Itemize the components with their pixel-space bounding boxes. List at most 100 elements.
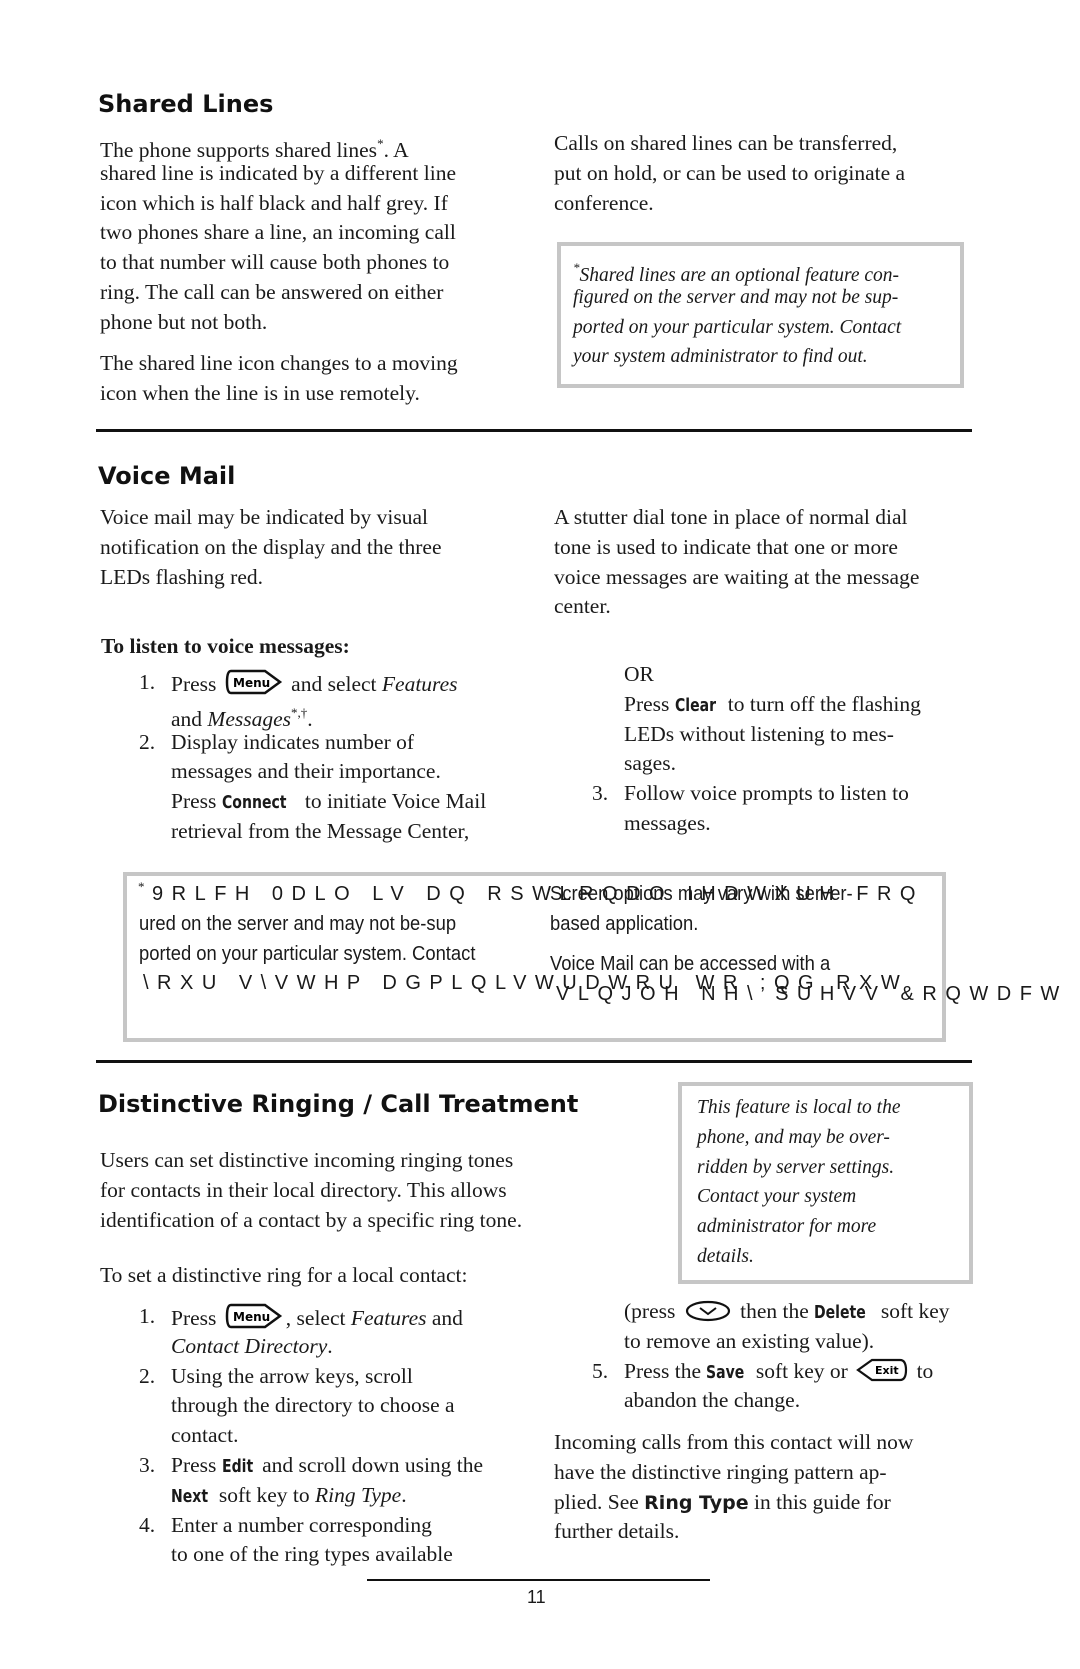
text-line: and Messages*,†.	[171, 698, 486, 731]
text-line: Press Connect to initiate Voice Mail	[171, 787, 486, 817]
text-line: 3. Follow voice prompts to listen to	[592, 779, 921, 809]
shared-lines-paragraph-3: Calls on shared lines can be transferred…	[554, 129, 905, 218]
text-segment: phone, and may be over-	[697, 1126, 890, 1148]
text-line: your system administrator to find out.	[573, 342, 901, 372]
voice-mail-steps-right: OR Press Clear to turn off the flashing LE…	[592, 660, 921, 839]
text-line: Users can set distinctive incoming ringi…	[100, 1146, 522, 1176]
text-segment: Press	[171, 1306, 222, 1330]
text-segment: in this guide for	[748, 1489, 891, 1514]
text-line: tone is used to indicate that one or mor…	[554, 533, 919, 563]
footnote-line: ported on your particular system. Contac…	[139, 943, 476, 965]
soft-key-label: Next	[171, 1485, 209, 1507]
footnote-line: ured on the server and may not be-sup	[139, 913, 457, 935]
text-segment: for contacts in their local directory. T…	[100, 1177, 507, 1202]
text-segment: phone but not both.	[100, 309, 268, 334]
text-segment: Users can set distinctive incoming ringi…	[100, 1148, 514, 1172]
text-line: 1. Press Menu , select Features and	[139, 1302, 483, 1332]
text-segment: Using the arrow keys, scroll	[171, 1363, 413, 1388]
voice-mail-steps-left: 1. Press Menu and select Features and Mess…	[139, 668, 486, 847]
text-segment: Follow voice prompts to listen to	[624, 781, 909, 806]
text-line: Contact your system	[697, 1182, 900, 1212]
footnote-garbled-line: VLQJOH NH\ SUHVV &RQWDFW \	[556, 983, 1080, 1005]
list-number: 1.	[139, 1304, 156, 1328]
text-line: conference.	[554, 189, 905, 219]
text-segment: , select	[285, 1306, 351, 1330]
text-line: Voice mail may be indicated by visual	[100, 503, 442, 533]
text-segment: Features	[350, 1306, 427, 1330]
distinctive-steps-left: 1. Press Menu, select Features and Contact…	[139, 1302, 483, 1570]
text-segment: Press	[624, 691, 675, 716]
text-segment: to initiate Voice Mail	[299, 789, 487, 814]
heading-voice-mail: Voice Mail	[98, 462, 236, 490]
text-line: LEDs without listening to mes-	[624, 720, 921, 750]
text-segment: ported on your particular system. Contac…	[573, 316, 902, 338]
text-segment: center.	[554, 594, 611, 619]
text-segment: sages.	[624, 751, 676, 776]
text-segment: ridden by server settings.	[697, 1156, 895, 1178]
list-number: 3.	[139, 1452, 156, 1477]
text-segment: two phones share a line, an incoming cal…	[100, 220, 456, 245]
text-line: to one of the ring types available	[171, 1540, 483, 1570]
text-line: 2. Using the arrow keys, scroll	[139, 1362, 483, 1392]
text-segment: administrator for more	[697, 1216, 877, 1238]
text-segment: to	[911, 1358, 934, 1383]
text-line: contact.	[171, 1421, 483, 1451]
text-segment: Press	[171, 672, 222, 696]
text-line: The phone supports shared lines*. A	[100, 129, 456, 162]
text-line: 4. Enter a number corresponding	[139, 1511, 483, 1541]
text-segment: .	[401, 1482, 407, 1507]
text-line: shared line is indicated by a different …	[100, 159, 456, 189]
text-segment: ring. The call can be answered on either	[100, 279, 444, 304]
footnote-line: Screen options may vary with server-	[550, 883, 853, 905]
cross-reference: Ring Type	[644, 1491, 749, 1514]
text-segment: notification on the display and the thre…	[100, 534, 442, 559]
text-line: (press then the Delete soft key	[624, 1297, 950, 1327]
svg-text:Exit: Exit	[875, 1364, 899, 1377]
text-segment: abandon the change.	[624, 1388, 801, 1413]
text-line: administrator for more	[697, 1212, 900, 1242]
text-line: icon which is half black and half grey. …	[100, 189, 456, 219]
text-segment: tone is used to indicate that one or mor…	[554, 534, 898, 559]
distinctive-steps-right: (press then the Delete soft key to remove…	[592, 1297, 950, 1416]
distinctive-note: This feature is local to the phone, and m…	[697, 1093, 900, 1272]
text-segment: messages and their importance.	[171, 759, 441, 784]
text-line: plied. See Ring Type in this guide for	[554, 1488, 913, 1518]
text-line: two phones share a line, an incoming cal…	[100, 218, 456, 248]
shared-lines-note: *Shared lines are an optional feature co…	[573, 253, 901, 372]
text-segment: identification of a contact by a specifi…	[100, 1207, 523, 1232]
text-segment: messages.	[624, 810, 711, 835]
shared-lines-paragraph-2: The shared line icon changes to a moving…	[100, 349, 458, 409]
section-divider	[96, 429, 972, 432]
list-number: 2.	[139, 729, 156, 754]
text-line: ported on your particular system. Contac…	[573, 313, 901, 343]
text-segment: then the	[734, 1299, 815, 1323]
text-segment: contact.	[171, 1423, 239, 1448]
text-segment: *,†	[291, 704, 308, 720]
text-line: LEDs flashing red.	[100, 563, 442, 593]
text-line: Incoming calls from this contact will no…	[554, 1428, 913, 1458]
text-segment: Contact Directory	[171, 1333, 328, 1358]
text-line: identification of a contact by a specifi…	[100, 1206, 522, 1236]
text-line: 3. Press Edit and scroll down using the	[139, 1451, 483, 1481]
soft-key-label: Delete	[814, 1302, 866, 1323]
text-segment: put on hold, or can be used to originate…	[554, 160, 906, 185]
text-segment: Calls on shared lines can be transferred…	[554, 131, 898, 155]
text-line: to that number will cause both phones to	[100, 248, 456, 278]
footnote-line: Voice Mail can be accessed with a	[550, 953, 831, 975]
text-line: 2. Display indicates number of	[139, 728, 486, 758]
text-line: through the directory to choose a	[171, 1391, 483, 1421]
text-line: The shared line icon changes to a moving	[100, 349, 458, 379]
text-segment: Press	[171, 789, 222, 814]
text-segment: (press	[624, 1299, 681, 1323]
list-number: 4.	[139, 1512, 156, 1537]
text-segment: A stutter dial tone in place of normal d…	[554, 505, 908, 529]
text-segment: to remove an existing value).	[624, 1328, 875, 1353]
text-line: retrieval from the Message Center,	[171, 817, 486, 847]
text-line: This feature is local to the	[697, 1093, 900, 1123]
text-segment: plied. See	[554, 1489, 645, 1514]
text-segment: through the directory to choose a	[171, 1393, 455, 1418]
text-segment: to turn off the flashing	[722, 691, 921, 716]
text-line: messages.	[624, 809, 921, 839]
footnote-asterisk: *	[138, 879, 145, 894]
text-segment: soft key	[875, 1299, 950, 1323]
